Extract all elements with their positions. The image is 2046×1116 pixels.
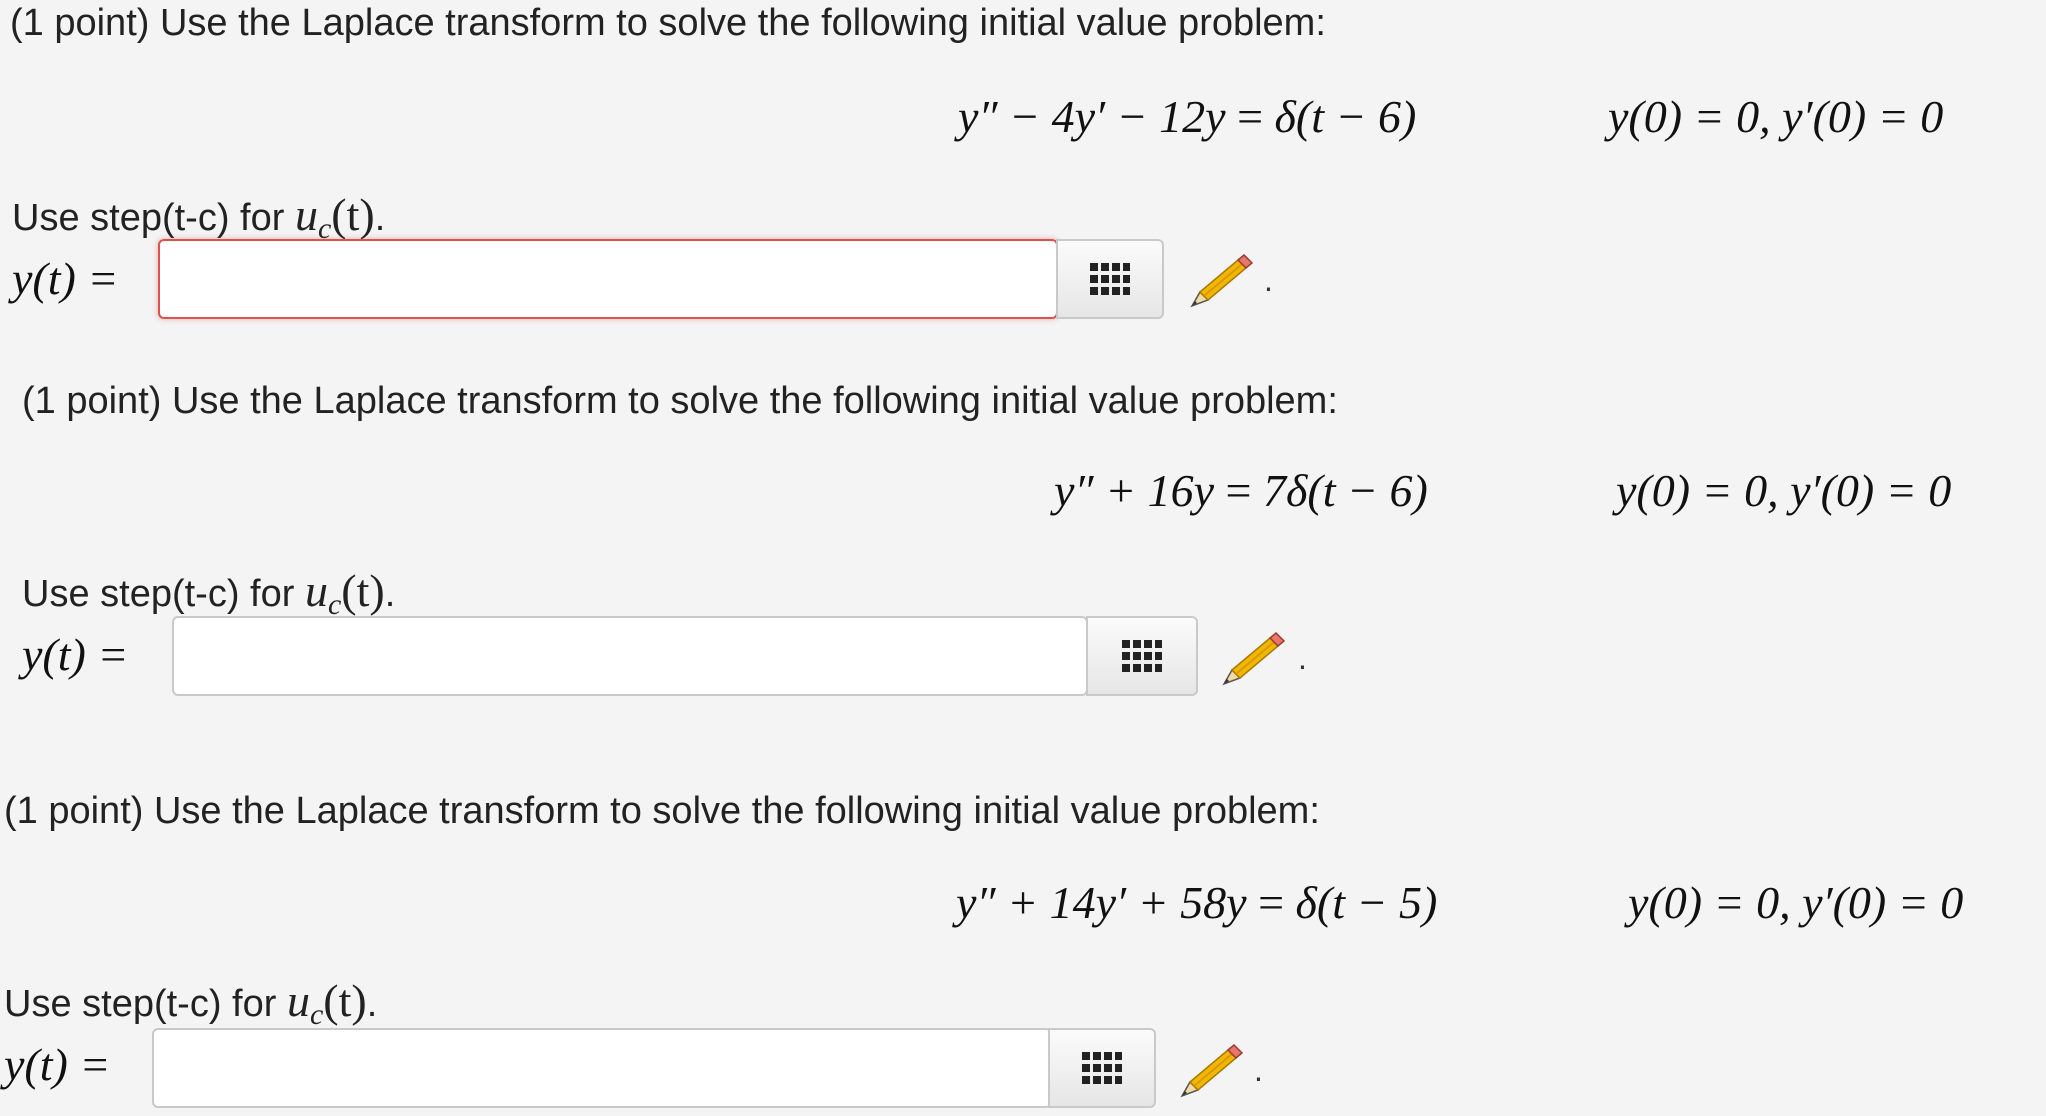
trailing-period: . — [1254, 1052, 1263, 1088]
initial-conditions: y(0) = 0, y′(0) = 0 — [1628, 877, 1964, 928]
equation-equals: = — [1258, 877, 1285, 928]
equation-editor-grid-button[interactable] — [1086, 616, 1198, 696]
pencil-icon[interactable] — [1176, 1040, 1248, 1102]
step-hint: Use step(t-c) for uc(t). — [12, 189, 386, 245]
equation: y″ + 14y′ + 58y = δ(t − 5) — [956, 876, 1437, 929]
answer-label: y(t) = — [4, 1039, 111, 1090]
step-hint: Use step(t-c) for uc(t). — [4, 975, 378, 1031]
answer-input[interactable] — [172, 616, 1088, 696]
equation-rhs: δ(t − 6) — [1274, 91, 1417, 142]
answer-label: y(t) = — [12, 253, 119, 304]
pencil-icon[interactable] — [1218, 628, 1290, 690]
problem-intro: (1 point) Use the Laplace transform to s… — [22, 380, 1338, 422]
trailing-period: . — [1298, 640, 1307, 676]
equation-lhs: y″ − 4y′ − 12y — [958, 91, 1226, 142]
grid-icon — [1090, 263, 1130, 295]
answer-label: y(t) = — [22, 629, 129, 680]
pencil-icon[interactable] — [1186, 250, 1258, 312]
problem-intro: (1 point) Use the Laplace transform to s… — [4, 790, 1320, 832]
problem-intro: (1 point) Use the Laplace transform to s… — [10, 2, 1326, 44]
equation-rhs: 7δ(t − 6) — [1263, 465, 1428, 516]
initial-conditions: y(0) = 0, y′(0) = 0 — [1608, 91, 1944, 142]
step-hint: Use step(t-c) for uc(t). — [22, 565, 396, 621]
equation-lhs: y″ + 14y′ + 58y — [956, 877, 1247, 928]
grid-icon — [1122, 640, 1162, 672]
equation-rhs: δ(t − 5) — [1295, 877, 1438, 928]
equation-lhs: y″ + 16y — [1054, 465, 1215, 516]
equation: y″ − 4y′ − 12y = δ(t − 6) — [958, 90, 1416, 143]
answer-input[interactable] — [158, 239, 1058, 319]
equation-editor-grid-button[interactable] — [1048, 1028, 1156, 1108]
initial-conditions: y(0) = 0, y′(0) = 0 — [1616, 465, 1952, 516]
equation-equals: = — [1237, 91, 1264, 142]
equation-editor-grid-button[interactable] — [1056, 239, 1164, 319]
equation-equals: = — [1225, 465, 1252, 516]
trailing-period: . — [1264, 262, 1273, 298]
equation: y″ + 16y = 7δ(t − 6) — [1054, 464, 1428, 517]
answer-input[interactable] — [152, 1028, 1052, 1108]
grid-icon — [1082, 1052, 1122, 1084]
